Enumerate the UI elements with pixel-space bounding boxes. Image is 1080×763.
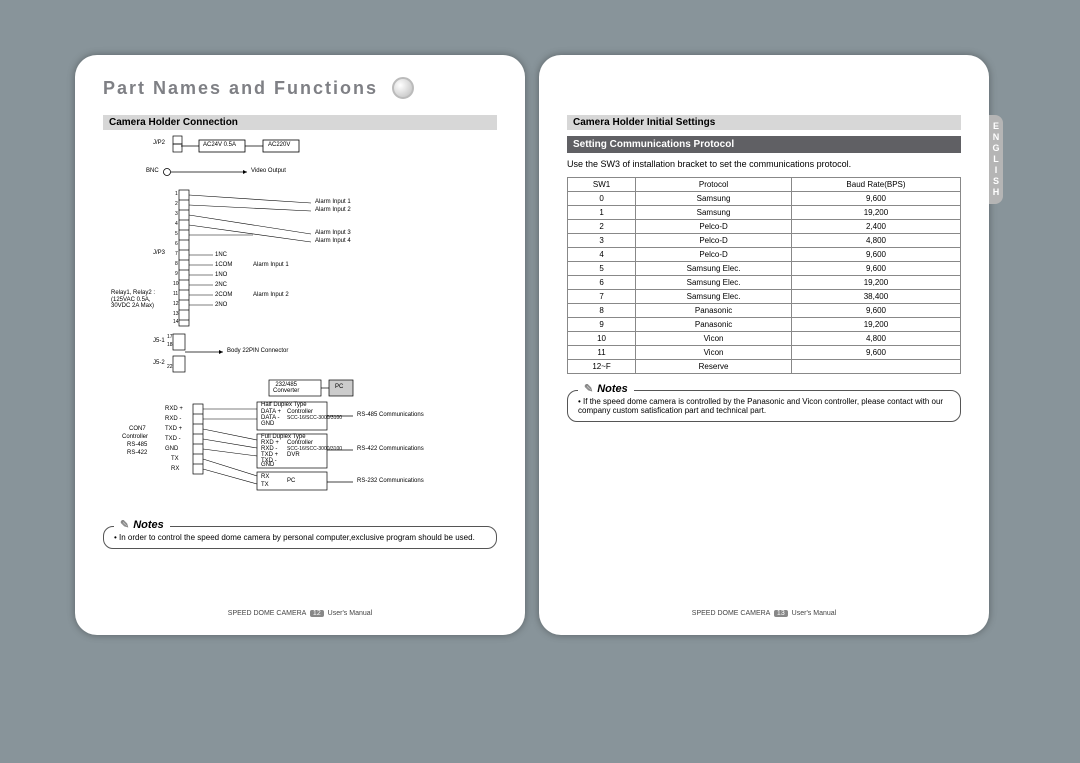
table-row: 12~FReserve bbox=[568, 360, 961, 374]
rs232-comm: RS-232 Communications bbox=[357, 478, 424, 484]
dvr: DVR bbox=[287, 452, 300, 458]
txdp-label: TXD + bbox=[165, 426, 182, 432]
table-row: 0Samsung9,600 bbox=[568, 192, 961, 206]
alarm-in3-label: Alarm Input 3 bbox=[315, 230, 351, 236]
alarm-in1-label: Alarm Input 1 bbox=[315, 199, 351, 205]
spread-container: Part Names and Functions Camera Holder C… bbox=[0, 0, 1080, 763]
rxdm-label: RXD - bbox=[165, 416, 181, 422]
body22-label: Body 22PIN Connector bbox=[227, 348, 288, 354]
rx-label: RX bbox=[171, 466, 179, 472]
alarm-input1b: Alarm Input 1 bbox=[253, 262, 289, 268]
language-tab: ENGLISH bbox=[989, 115, 1003, 204]
pin-1com: 1COM bbox=[215, 262, 232, 268]
scc1: SCC-16/SCC-3000/3100 bbox=[287, 415, 342, 421]
ac24v-label: AC24V 0.5A bbox=[203, 142, 236, 148]
pin-2com: 2COM bbox=[215, 292, 232, 298]
pin-1no: 1NO bbox=[215, 272, 227, 278]
jp2-label: J/P2 bbox=[153, 140, 165, 146]
rs485-label: RS-485 bbox=[127, 442, 147, 448]
notes-label-icon: Notes bbox=[578, 382, 634, 395]
pin-2nc: 2NC bbox=[215, 282, 227, 288]
video-output-label: Video Output bbox=[251, 168, 286, 174]
tx2: TX bbox=[261, 482, 269, 488]
pin-2no: 2NO bbox=[215, 302, 227, 308]
notes-label-icon: Notes bbox=[114, 518, 170, 531]
section-initial-settings: Camera Holder Initial Settings bbox=[567, 115, 961, 130]
rs422-comm: RS-422 Communications bbox=[357, 446, 424, 452]
table-header: Protocol bbox=[636, 178, 792, 192]
notes-right: Notes • If the speed dome camera is cont… bbox=[567, 390, 961, 422]
table-row: 4Pelco-D9,600 bbox=[568, 248, 961, 262]
txdm-label: TXD - bbox=[165, 436, 181, 442]
diagram-svg bbox=[103, 134, 497, 510]
connection-diagram: J/P2 AC24V 0.5A AC220V BNC Video Output … bbox=[103, 134, 497, 510]
table-row: 9Panasonic19,200 bbox=[568, 318, 961, 332]
notes-left: Notes • In order to control the speed do… bbox=[103, 526, 497, 549]
subhead-protocol: Setting Communications Protocol bbox=[567, 136, 961, 153]
note-text-right: If the speed dome camera is controlled b… bbox=[578, 397, 943, 415]
rs422-label: RS-422 bbox=[127, 450, 147, 456]
pin-1nc: 1NC bbox=[215, 252, 227, 258]
body-text: Use the SW3 of installation bracket to s… bbox=[567, 159, 961, 169]
table-row: 7Samsung Elec.38,400 bbox=[568, 290, 961, 304]
gnd2: GND bbox=[261, 421, 274, 427]
alarm-in4-label: Alarm Input 4 bbox=[315, 238, 351, 244]
converter-box: 232/485 Converter bbox=[273, 382, 299, 394]
table-row: 3Pelco-D4,800 bbox=[568, 234, 961, 248]
j51-label: J5-1 bbox=[153, 338, 165, 344]
tx-label: TX bbox=[171, 456, 179, 462]
con7-label: CON7 bbox=[129, 426, 146, 432]
section-camera-holder-connection: Camera Holder Connection bbox=[103, 115, 497, 130]
table-row: 10Vicon4,800 bbox=[568, 332, 961, 346]
table-row: 5Samsung Elec.9,600 bbox=[568, 262, 961, 276]
alarm-in2-label: Alarm Input 2 bbox=[315, 207, 351, 213]
table-row: 11Vicon9,600 bbox=[568, 346, 961, 360]
table-row: 1Samsung19,200 bbox=[568, 206, 961, 220]
controller-label: Controller bbox=[122, 434, 148, 440]
page-left: Part Names and Functions Camera Holder C… bbox=[75, 55, 525, 635]
protocol-table: SW1ProtocolBaud Rate(BPS) 0Samsung9,6001… bbox=[567, 177, 961, 374]
table-row: 2Pelco-D2,400 bbox=[568, 220, 961, 234]
pc-box: PC bbox=[335, 384, 343, 390]
ac220v-label: AC220V bbox=[268, 142, 290, 148]
rx2: RX bbox=[261, 474, 269, 480]
page-right: ENGLISH Camera Holder Initial Settings S… bbox=[539, 55, 989, 635]
table-header: SW1 bbox=[568, 178, 636, 192]
jp3-label: J/P3 bbox=[153, 250, 165, 256]
table-row: 8Panasonic9,600 bbox=[568, 304, 961, 318]
rs485-comm: RS-485 Communications bbox=[357, 412, 424, 418]
gnd3: GND bbox=[261, 462, 274, 468]
footer-right: SPEED DOME CAMERA 13 User's Manual bbox=[539, 610, 989, 617]
bnc-label: BNC bbox=[146, 168, 159, 174]
note-text-left: In order to control the speed dome camer… bbox=[119, 533, 475, 542]
gnd-label: GND bbox=[165, 446, 178, 452]
rxdp-label: RXD + bbox=[165, 406, 183, 412]
alarm-input2b: Alarm Input 2 bbox=[253, 292, 289, 298]
relay-spec: Relay1, Relay2 : (125VAC 0.5A, 30VDC 2A … bbox=[111, 290, 155, 310]
page-title: Part Names and Functions bbox=[103, 77, 497, 107]
pc2: PC bbox=[287, 478, 295, 484]
table-header: Baud Rate(BPS) bbox=[791, 178, 960, 192]
j52-label: J5-2 bbox=[153, 360, 165, 366]
table-row: 6Samsung Elec.19,200 bbox=[568, 276, 961, 290]
half-duplex: Half Duplex Type bbox=[261, 402, 307, 408]
footer-left: SPEED DOME CAMERA 12 User's Manual bbox=[75, 610, 525, 617]
